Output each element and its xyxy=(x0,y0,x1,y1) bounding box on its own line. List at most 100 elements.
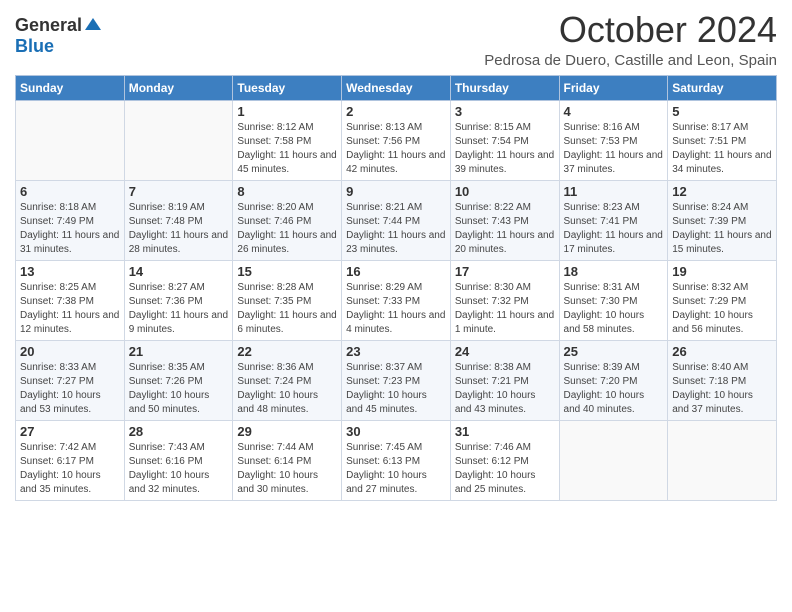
day-number: 15 xyxy=(237,264,337,279)
day-info: Sunrise: 8:22 AM Sunset: 7:43 PM Dayligh… xyxy=(455,201,555,257)
day-number: 3 xyxy=(455,104,555,119)
calendar-week-5: 27Sunrise: 7:42 AM Sunset: 6:17 PM Dayli… xyxy=(16,420,777,500)
calendar-cell: 10 Sunrise: 8:22 AM Sunset: 7:43 PM Dayli… xyxy=(450,180,559,260)
day-info: Sunrise: 8:19 AM Sunset: 7:48 PM Dayligh… xyxy=(129,201,229,257)
calendar-body: 1Sunrise: 8:12 AM Sunset: 7:58 PM Daylig… xyxy=(16,100,777,500)
calendar-cell: 20 Sunrise: 8:33 AM Sunset: 7:27 PM Dayli… xyxy=(16,340,125,420)
calendar-header-row: Sunday Monday Tuesday Wednesday Thursday… xyxy=(16,75,777,100)
day-number: 25 xyxy=(564,344,664,359)
calendar: Sunday Monday Tuesday Wednesday Thursday… xyxy=(15,75,777,501)
calendar-cell: 21 Sunrise: 8:35 AM Sunset: 7:26 PM Dayli… xyxy=(124,340,233,420)
calendar-cell: 1Sunrise: 8:12 AM Sunset: 7:58 PM Daylig… xyxy=(233,100,342,180)
day-number: 11 xyxy=(564,184,664,199)
calendar-cell: 11 Sunrise: 8:23 AM Sunset: 7:41 PM Dayli… xyxy=(559,180,668,260)
day-info: Sunrise: 8:28 AM Sunset: 7:35 PM Dayligh… xyxy=(237,281,337,337)
calendar-cell: 12 Sunrise: 8:24 AM Sunset: 7:39 PM Dayli… xyxy=(668,180,777,260)
day-info: Sunrise: 7:43 AM Sunset: 6:16 PM Dayligh… xyxy=(129,441,229,497)
day-info: Sunrise: 8:17 AM Sunset: 7:51 PM Dayligh… xyxy=(672,121,772,177)
calendar-cell: 31Sunrise: 7:46 AM Sunset: 6:12 PM Dayli… xyxy=(450,420,559,500)
calendar-cell: 16Sunrise: 8:29 AM Sunset: 7:33 PM Dayli… xyxy=(342,260,451,340)
day-number: 19 xyxy=(672,264,772,279)
calendar-week-2: 6Sunrise: 8:18 AM Sunset: 7:49 PM Daylig… xyxy=(16,180,777,260)
day-info: Sunrise: 8:12 AM Sunset: 7:58 PM Dayligh… xyxy=(237,121,337,177)
calendar-cell: 17 Sunrise: 8:30 AM Sunset: 7:32 PM Dayli… xyxy=(450,260,559,340)
day-number: 24 xyxy=(455,344,555,359)
day-info: Sunrise: 8:40 AM Sunset: 7:18 PM Dayligh… xyxy=(672,361,772,417)
day-number: 9 xyxy=(346,184,446,199)
calendar-cell: 5 Sunrise: 8:17 AM Sunset: 7:51 PM Daylig… xyxy=(668,100,777,180)
day-number: 13 xyxy=(20,264,120,279)
day-number: 12 xyxy=(672,184,772,199)
calendar-cell: 30 Sunrise: 7:45 AM Sunset: 6:13 PM Dayli… xyxy=(342,420,451,500)
day-info: Sunrise: 8:36 AM Sunset: 7:24 PM Dayligh… xyxy=(237,361,337,417)
subtitle: Pedrosa de Duero, Castille and Leon, Spa… xyxy=(484,52,777,69)
day-number: 5 xyxy=(672,104,772,119)
calendar-cell: 28 Sunrise: 7:43 AM Sunset: 6:16 PM Dayli… xyxy=(124,420,233,500)
calendar-cell xyxy=(668,420,777,500)
day-info: Sunrise: 8:27 AM Sunset: 7:36 PM Dayligh… xyxy=(129,281,229,337)
calendar-cell: 2Sunrise: 8:13 AM Sunset: 7:56 PM Daylig… xyxy=(342,100,451,180)
calendar-week-4: 20 Sunrise: 8:33 AM Sunset: 7:27 PM Dayli… xyxy=(16,340,777,420)
day-info: Sunrise: 8:35 AM Sunset: 7:26 PM Dayligh… xyxy=(129,361,229,417)
day-info: Sunrise: 8:31 AM Sunset: 7:30 PM Dayligh… xyxy=(564,281,664,337)
day-info: Sunrise: 8:32 AM Sunset: 7:29 PM Dayligh… xyxy=(672,281,772,337)
header-sunday: Sunday xyxy=(16,75,125,100)
calendar-cell xyxy=(124,100,233,180)
calendar-cell xyxy=(559,420,668,500)
logo-triangle-icon xyxy=(85,16,101,37)
calendar-cell: 26 Sunrise: 8:40 AM Sunset: 7:18 PM Dayli… xyxy=(668,340,777,420)
logo-text-general: General xyxy=(15,16,82,36)
day-number: 28 xyxy=(129,424,229,439)
day-info: Sunrise: 8:24 AM Sunset: 7:39 PM Dayligh… xyxy=(672,201,772,257)
calendar-cell: 18Sunrise: 8:31 AM Sunset: 7:30 PM Dayli… xyxy=(559,260,668,340)
title-block: October 2024 Pedrosa de Duero, Castille … xyxy=(484,10,777,69)
header: General Blue October 2024 Pedrosa de Due… xyxy=(15,10,777,69)
calendar-week-3: 13Sunrise: 8:25 AM Sunset: 7:38 PM Dayli… xyxy=(16,260,777,340)
logo: General Blue xyxy=(15,14,101,57)
day-number: 14 xyxy=(129,264,229,279)
day-number: 16 xyxy=(346,264,446,279)
calendar-cell: 27Sunrise: 7:42 AM Sunset: 6:17 PM Dayli… xyxy=(16,420,125,500)
calendar-cell: 29 Sunrise: 7:44 AM Sunset: 6:14 PM Dayli… xyxy=(233,420,342,500)
day-number: 4 xyxy=(564,104,664,119)
day-number: 10 xyxy=(455,184,555,199)
day-info: Sunrise: 8:21 AM Sunset: 7:44 PM Dayligh… xyxy=(346,201,446,257)
day-number: 7 xyxy=(129,184,229,199)
calendar-week-1: 1Sunrise: 8:12 AM Sunset: 7:58 PM Daylig… xyxy=(16,100,777,180)
day-number: 22 xyxy=(237,344,337,359)
day-number: 31 xyxy=(455,424,555,439)
day-number: 21 xyxy=(129,344,229,359)
day-info: Sunrise: 8:30 AM Sunset: 7:32 PM Dayligh… xyxy=(455,281,555,337)
calendar-cell: 25 Sunrise: 8:39 AM Sunset: 7:20 PM Dayli… xyxy=(559,340,668,420)
day-info: Sunrise: 8:39 AM Sunset: 7:20 PM Dayligh… xyxy=(564,361,664,417)
day-info: Sunrise: 8:23 AM Sunset: 7:41 PM Dayligh… xyxy=(564,201,664,257)
calendar-cell: 22 Sunrise: 8:36 AM Sunset: 7:24 PM Dayli… xyxy=(233,340,342,420)
day-number: 6 xyxy=(20,184,120,199)
day-info: Sunrise: 7:42 AM Sunset: 6:17 PM Dayligh… xyxy=(20,441,120,497)
calendar-cell: 7 Sunrise: 8:19 AM Sunset: 7:48 PM Daylig… xyxy=(124,180,233,260)
header-wednesday: Wednesday xyxy=(342,75,451,100)
calendar-cell: 14 Sunrise: 8:27 AM Sunset: 7:36 PM Dayli… xyxy=(124,260,233,340)
day-number: 20 xyxy=(20,344,120,359)
day-number: 29 xyxy=(237,424,337,439)
day-info: Sunrise: 8:33 AM Sunset: 7:27 PM Dayligh… xyxy=(20,361,120,417)
day-number: 26 xyxy=(672,344,772,359)
day-number: 23 xyxy=(346,344,446,359)
day-info: Sunrise: 8:15 AM Sunset: 7:54 PM Dayligh… xyxy=(455,121,555,177)
day-info: Sunrise: 8:16 AM Sunset: 7:53 PM Dayligh… xyxy=(564,121,664,177)
calendar-cell: 3 Sunrise: 8:15 AM Sunset: 7:54 PM Daylig… xyxy=(450,100,559,180)
header-thursday: Thursday xyxy=(450,75,559,100)
day-info: Sunrise: 7:44 AM Sunset: 6:14 PM Dayligh… xyxy=(237,441,337,497)
calendar-cell: 13Sunrise: 8:25 AM Sunset: 7:38 PM Dayli… xyxy=(16,260,125,340)
calendar-cell: 4 Sunrise: 8:16 AM Sunset: 7:53 PM Daylig… xyxy=(559,100,668,180)
page: General Blue October 2024 Pedrosa de Due… xyxy=(0,0,792,612)
calendar-cell: 23 Sunrise: 8:37 AM Sunset: 7:23 PM Dayli… xyxy=(342,340,451,420)
logo-text-blue: Blue xyxy=(15,37,54,57)
header-friday: Friday xyxy=(559,75,668,100)
day-info: Sunrise: 8:37 AM Sunset: 7:23 PM Dayligh… xyxy=(346,361,446,417)
day-info: Sunrise: 7:45 AM Sunset: 6:13 PM Dayligh… xyxy=(346,441,446,497)
header-saturday: Saturday xyxy=(668,75,777,100)
day-number: 17 xyxy=(455,264,555,279)
day-number: 30 xyxy=(346,424,446,439)
header-tuesday: Tuesday xyxy=(233,75,342,100)
